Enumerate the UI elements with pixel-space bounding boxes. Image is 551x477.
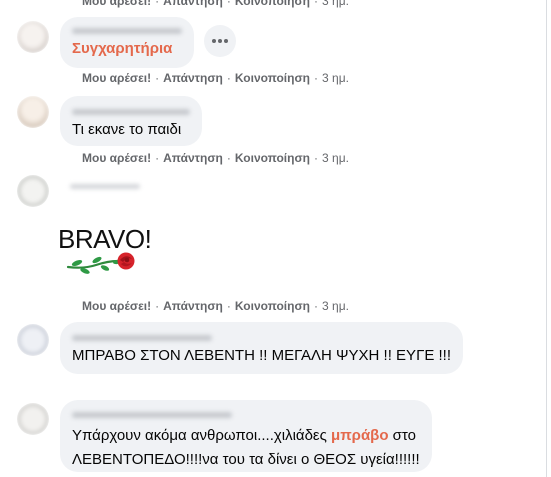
comment-text-part: ΛΕΒΕΝΤΟΠΕΔΟ!!!!να του τα δίνει ο ΘΕΟΣ υγ… (72, 451, 420, 468)
timestamp-link[interactable]: 3 ημ. (322, 71, 349, 85)
like-link[interactable]: Μου αρέσει! (82, 151, 151, 165)
commenter-name[interactable] (72, 330, 451, 346)
avatar[interactable] (17, 324, 49, 356)
share-link[interactable]: Κοινοποίηση (235, 71, 310, 85)
reply-link[interactable]: Απάντηση (163, 151, 223, 165)
comment-text: Υπάρχουν ακόμα ανθρωποι....χιλιάδες μπρά… (72, 424, 420, 472)
separator: · (155, 71, 160, 85)
share-link[interactable]: Κοινοποίηση (235, 299, 310, 313)
commenter-name[interactable] (70, 180, 140, 192)
timestamp-link[interactable]: 3 ημ. (322, 0, 349, 8)
panel-divider (546, 0, 547, 477)
comment-actions: Μου αρέσει! · Απάντηση · Κοινοποίηση · 3 ημ. (82, 298, 349, 314)
more-options-button[interactable] (204, 25, 236, 57)
comment-actions: Μου αρέσει! · Απάντηση · Κοινοποίηση · 3 ημ. (82, 70, 349, 86)
comment-bubble: ΜΠΡΑΒΟ ΣΤΟΝ ΛΕΒΕΝΤΗ !! ΜΕΓΑΛΗ ΨΥΧΗ !! ΕΥ… (60, 322, 463, 374)
reply-link[interactable]: Απάντηση (163, 71, 223, 85)
comment-text: Τι εκανε το παιδι (72, 121, 182, 138)
comment-text: ΜΠΡΑΒΟ ΣΤΟΝ ΛΕΒΕΝΤΗ !! ΜΕΓΑΛΗ ΨΥΧΗ !! ΕΥ… (72, 347, 451, 364)
commenter-name[interactable] (72, 23, 182, 39)
separator: · (155, 151, 160, 165)
reply-link[interactable]: Απάντηση (163, 0, 223, 8)
timestamp-link[interactable]: 3 ημ. (322, 299, 349, 313)
avatar[interactable] (17, 175, 49, 207)
separator: · (314, 151, 319, 165)
separator: · (314, 0, 319, 8)
share-link[interactable]: Κοινοποίηση (235, 0, 310, 8)
like-link[interactable]: Μου αρέσει! (82, 0, 151, 8)
comment-text-part: Υπάρχουν ακόμα ανθρωποι....χιλιάδες (72, 427, 332, 444)
comment-text: Συγχαρητήρια (72, 40, 173, 57)
commenter-name[interactable] (72, 406, 420, 424)
like-link[interactable]: Μου αρέσει! (82, 71, 151, 85)
avatar[interactable] (17, 96, 49, 128)
separator: · (314, 71, 319, 85)
commenter-name[interactable] (72, 104, 190, 120)
separator: · (226, 151, 231, 165)
avatar[interactable] (17, 403, 49, 435)
comment-bubble: Υπάρχουν ακόμα ανθρωποι....χιλιάδες μπρά… (60, 400, 432, 472)
highlighted-word: μπράβο (331, 427, 389, 444)
comment-actions: Μου αρέσει! · Απάντηση · Κοινοποίηση · 3 ημ. (82, 150, 349, 166)
avatar[interactable] (17, 21, 49, 53)
reply-link[interactable]: Απάντηση (163, 299, 223, 313)
separator: · (155, 299, 160, 313)
comment-actions: Μου αρέσει! · Απάντηση · Κοινοποίηση · 3 ημ. (82, 0, 349, 9)
like-link[interactable]: Μου αρέσει! (82, 299, 151, 313)
sticker-text: BRAVO! (58, 224, 152, 254)
separator: · (226, 299, 231, 313)
rose-icon (66, 252, 135, 274)
separator: · (226, 0, 231, 8)
comment-bubble: Τι εκανε το παιδι (60, 96, 202, 146)
separator: · (314, 299, 319, 313)
comment-bubble: Συγχαρητήρια (60, 17, 194, 68)
separator: · (226, 71, 231, 85)
timestamp-link[interactable]: 3 ημ. (322, 151, 349, 165)
more-horizontal-icon (212, 39, 228, 43)
bravo-sticker[interactable]: BRAVO! (58, 224, 152, 276)
comment-text-part: στο (388, 427, 416, 444)
separator: · (155, 0, 160, 8)
share-link[interactable]: Κοινοποίηση (235, 151, 310, 165)
